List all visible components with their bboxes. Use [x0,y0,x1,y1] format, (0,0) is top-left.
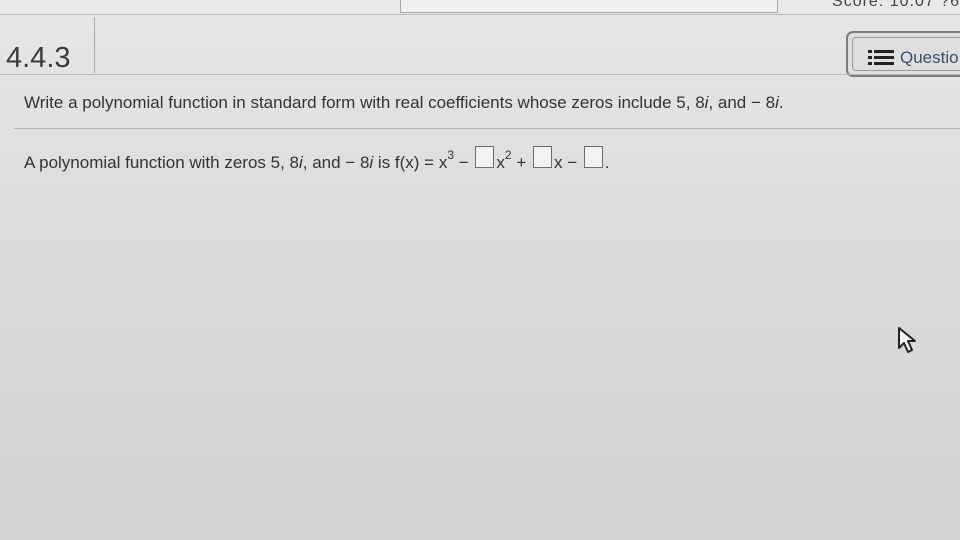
minus-sign-1: − [454,153,474,172]
answer-input-constant[interactable] [583,146,603,168]
section-box: 4.4.3 [0,17,95,74]
top-toolbar-box [400,0,778,13]
list-icon [868,50,894,65]
prompt-end: . [778,93,784,112]
answer-fx: is f(x) = x [373,153,448,172]
mouse-pointer-icon [898,327,916,353]
prompt-prefix: Write a polynomial function in standard … [24,93,705,112]
prompt-text: Write a polynomial function in standard … [24,93,784,113]
answer-input-x2-coefficient[interactable] [475,146,495,168]
screen: Score: 10.07 ?6 4.4.3 Questio Write a po… [0,0,960,540]
x-squared-var: x [496,153,505,172]
answer-period: . [604,153,610,172]
top-strip: Score: 10.07 ?6 [0,0,960,15]
question-prompt: Write a polynomial function in standard … [14,82,960,129]
score-text: Score: 10.07 ?6 [832,0,960,10]
minus-sign-2: − [562,153,582,172]
section-number: 4.4.3 [6,42,71,74]
answer-input-x-coefficient[interactable] [532,146,552,168]
answer-prefix: A polynomial function with zeros 5, 8 [24,153,299,172]
exponent-3: 3 [447,148,455,162]
prompt-mid: , and − 8 [708,93,776,112]
question-button-label: Questio [900,48,959,67]
plus-sign: + [511,153,531,172]
header-divider [0,74,960,75]
question-list-button[interactable]: Questio [846,31,960,77]
answer-mid: , and − 8 [302,153,370,172]
answer-line: A polynomial function with zeros 5, 8i, … [24,146,610,176]
exponent-2: 2 [504,148,512,162]
